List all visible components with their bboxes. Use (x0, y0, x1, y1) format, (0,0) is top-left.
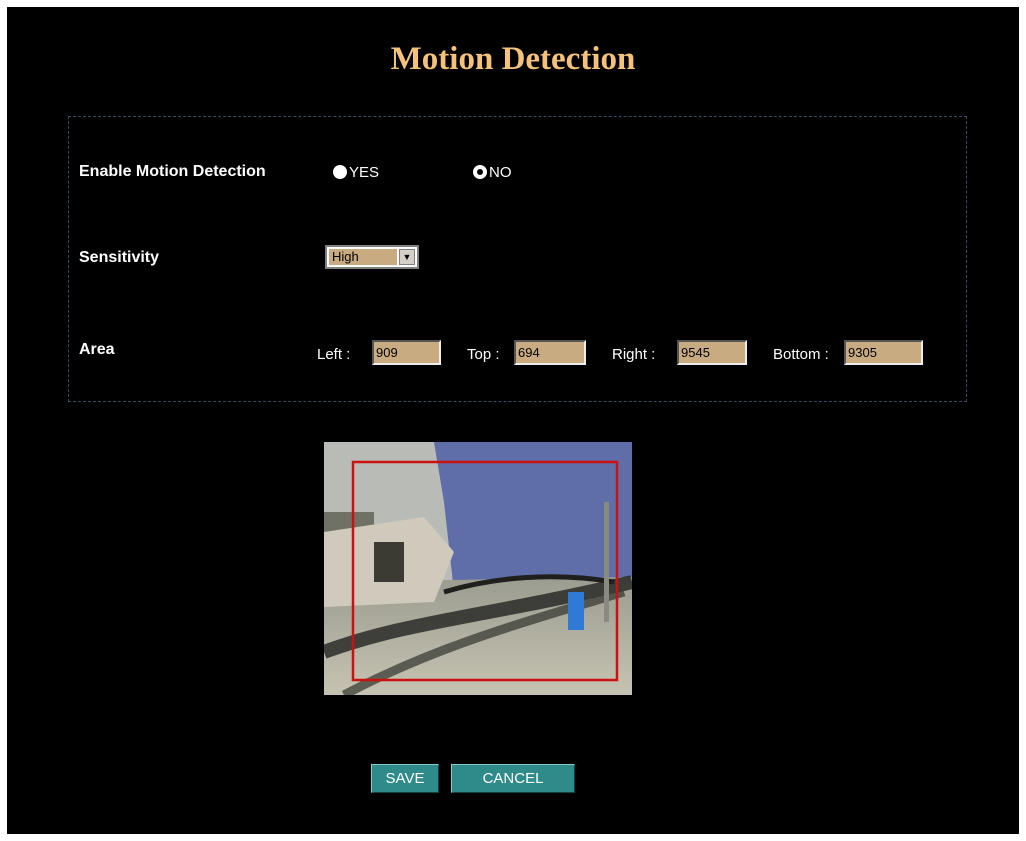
enable-no-radio[interactable] (473, 165, 487, 179)
area-left-label: Left : (317, 346, 351, 363)
cancel-button[interactable]: CANCEL (451, 764, 575, 793)
enable-no-label: NO (489, 164, 512, 181)
sensitivity-value: High (329, 249, 397, 265)
enable-motion-label: Enable Motion Detection (79, 163, 266, 180)
sensitivity-select[interactable]: High ▼ (325, 245, 419, 269)
area-top-label: Top : (467, 346, 500, 363)
area-bottom-label: Bottom : (773, 346, 829, 363)
enable-yes-radio[interactable] (333, 165, 347, 179)
area-right-input[interactable]: 9545 (677, 340, 747, 365)
chevron-down-icon[interactable]: ▼ (399, 249, 415, 265)
area-left-input[interactable]: 909 (372, 340, 441, 365)
enable-yes-label: YES (349, 164, 380, 181)
page-background: Motion Detection Enable Motion Detection… (7, 7, 1019, 834)
page-title: Motion Detection (390, 41, 636, 77)
area-right-label: Right : (612, 346, 656, 363)
area-bottom-input[interactable]: 9305 (844, 340, 923, 365)
save-button[interactable]: SAVE (371, 764, 439, 793)
camera-preview[interactable] (324, 442, 632, 695)
area-top-input[interactable]: 694 (514, 340, 586, 365)
area-label: Area (79, 341, 115, 358)
sensitivity-label: Sensitivity (79, 249, 160, 266)
camera-preview-image (324, 442, 632, 695)
